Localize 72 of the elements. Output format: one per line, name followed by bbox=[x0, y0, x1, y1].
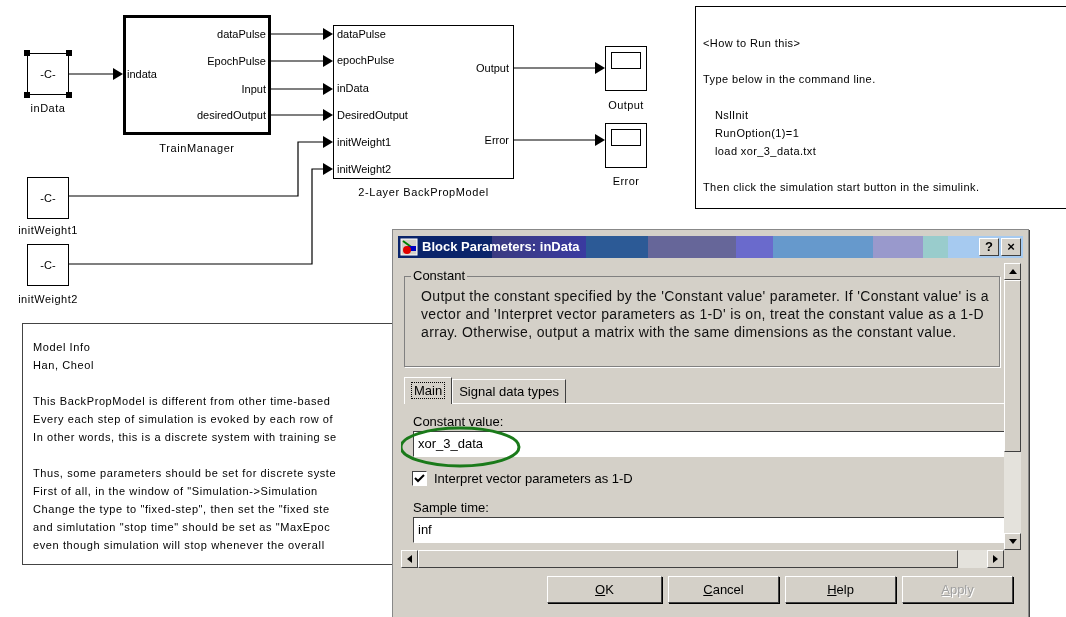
constant-block[interactable]: -C- bbox=[24, 50, 72, 98]
port-label: dataPulse bbox=[337, 27, 386, 41]
block-label: Output bbox=[607, 98, 645, 113]
note-text: even though simulation will stop whenever the overall bbox=[33, 538, 326, 553]
note-text: In other words, this is a discrete system with training se bbox=[33, 430, 338, 445]
block-label: Error bbox=[611, 174, 641, 189]
signal-line bbox=[270, 28, 333, 40]
port-label: inData bbox=[337, 81, 369, 95]
scope-screen bbox=[611, 52, 641, 69]
port-label: epochPulse bbox=[337, 53, 395, 67]
horizontal-scrollbar[interactable] bbox=[401, 550, 1004, 568]
note-text: and simlutation "stop time" should be set as "MaxEpoc bbox=[33, 520, 332, 535]
port-label: Output bbox=[475, 61, 509, 75]
block-label: initWeight1 bbox=[17, 223, 79, 238]
note-text: Thus, some parameters should be set for discrete syste bbox=[33, 466, 338, 481]
signal-line bbox=[270, 109, 333, 121]
close-button[interactable]: × bbox=[1001, 238, 1021, 256]
input-field[interactable]: inf bbox=[413, 517, 1004, 543]
vertical-scrollbar[interactable] bbox=[1004, 263, 1021, 550]
note-text: First of all, in the window of "Simulation->Simulation bbox=[33, 484, 319, 499]
checkbox-label: Interpret vector parameters as 1-D bbox=[434, 470, 633, 488]
tab[interactable]: Signal data types bbox=[452, 379, 566, 403]
port-label: initWeight1 bbox=[337, 135, 392, 149]
port-label: Input bbox=[241, 82, 266, 96]
window-title: Block Parameters: inData bbox=[422, 238, 580, 257]
port-label: indata bbox=[127, 67, 157, 81]
note-text: Han, Cheol bbox=[33, 358, 96, 373]
signal-line bbox=[270, 55, 333, 67]
port-label: Error bbox=[484, 133, 509, 147]
port-label: EpochPulse bbox=[207, 54, 266, 68]
dialog-button[interactable]: OK bbox=[547, 576, 662, 603]
command-line: NslInit bbox=[714, 108, 750, 123]
block-label: 2-Layer BackPropModel bbox=[357, 185, 490, 200]
dialog-button[interactable]: Cancel bbox=[668, 576, 779, 603]
constant-block[interactable]: -C- bbox=[24, 174, 72, 222]
input-field[interactable]: xor_3_data bbox=[413, 431, 1004, 457]
note-text: Change the type to "fixed-step", then set the "fixed ste bbox=[33, 502, 331, 517]
command-line: load xor_3_data.txt bbox=[714, 144, 818, 159]
field-label: Constant value: bbox=[413, 413, 504, 431]
right-arrow-icon[interactable] bbox=[993, 555, 998, 563]
scope-screen bbox=[611, 129, 641, 146]
scope-block[interactable] bbox=[605, 46, 647, 91]
subsystem-block[interactable] bbox=[123, 15, 271, 135]
description-text: Output the constant specified by the 'Constant value' parameter. If 'Constant value' is a vector and 'Interpret vector parameters as 1-D' is on, treat the constant value as a 1-D array. Otherwise, output a matrix with the same dimensions as the constant value. bbox=[421, 287, 990, 341]
down-arrow-icon[interactable] bbox=[1008, 539, 1017, 544]
command-line: RunOption(1)=1 bbox=[714, 126, 801, 141]
group-label: Constant bbox=[411, 269, 468, 283]
port-label: desiredOutput bbox=[196, 108, 266, 122]
subsystem-block[interactable] bbox=[333, 25, 514, 179]
port-label: initWeight2 bbox=[337, 162, 392, 176]
port-label: DesiredOutput bbox=[337, 108, 408, 122]
block-icon bbox=[400, 238, 418, 256]
block-label: TrainManager bbox=[158, 141, 236, 156]
left-arrow-icon[interactable] bbox=[407, 555, 412, 563]
up-arrow-icon[interactable] bbox=[1008, 269, 1017, 274]
checkbox[interactable] bbox=[412, 471, 427, 487]
note-text: Every each step of simulation is evoked by each row of bbox=[33, 412, 335, 427]
dialog-button[interactable]: Help bbox=[785, 576, 896, 603]
constant-block[interactable]: -C- bbox=[24, 241, 72, 289]
note-text: <How to Run this> bbox=[703, 36, 802, 51]
signal-line bbox=[270, 83, 333, 95]
note-text: Model Info bbox=[33, 340, 92, 355]
tab[interactable]: Main bbox=[404, 377, 453, 404]
block-label: inData bbox=[29, 101, 67, 116]
note-text: Then click the simulation start button in the simulink. bbox=[703, 180, 981, 195]
note-text: Type below in the command line. bbox=[703, 72, 877, 87]
block-label: initWeight2 bbox=[17, 292, 79, 307]
note-text: This BackPropModel is different from other time-based bbox=[33, 394, 332, 409]
scope-block[interactable] bbox=[605, 123, 647, 168]
help-button[interactable]: ? bbox=[979, 238, 999, 256]
port-label: dataPulse bbox=[217, 27, 266, 41]
field-label: Sample time: bbox=[413, 499, 489, 517]
